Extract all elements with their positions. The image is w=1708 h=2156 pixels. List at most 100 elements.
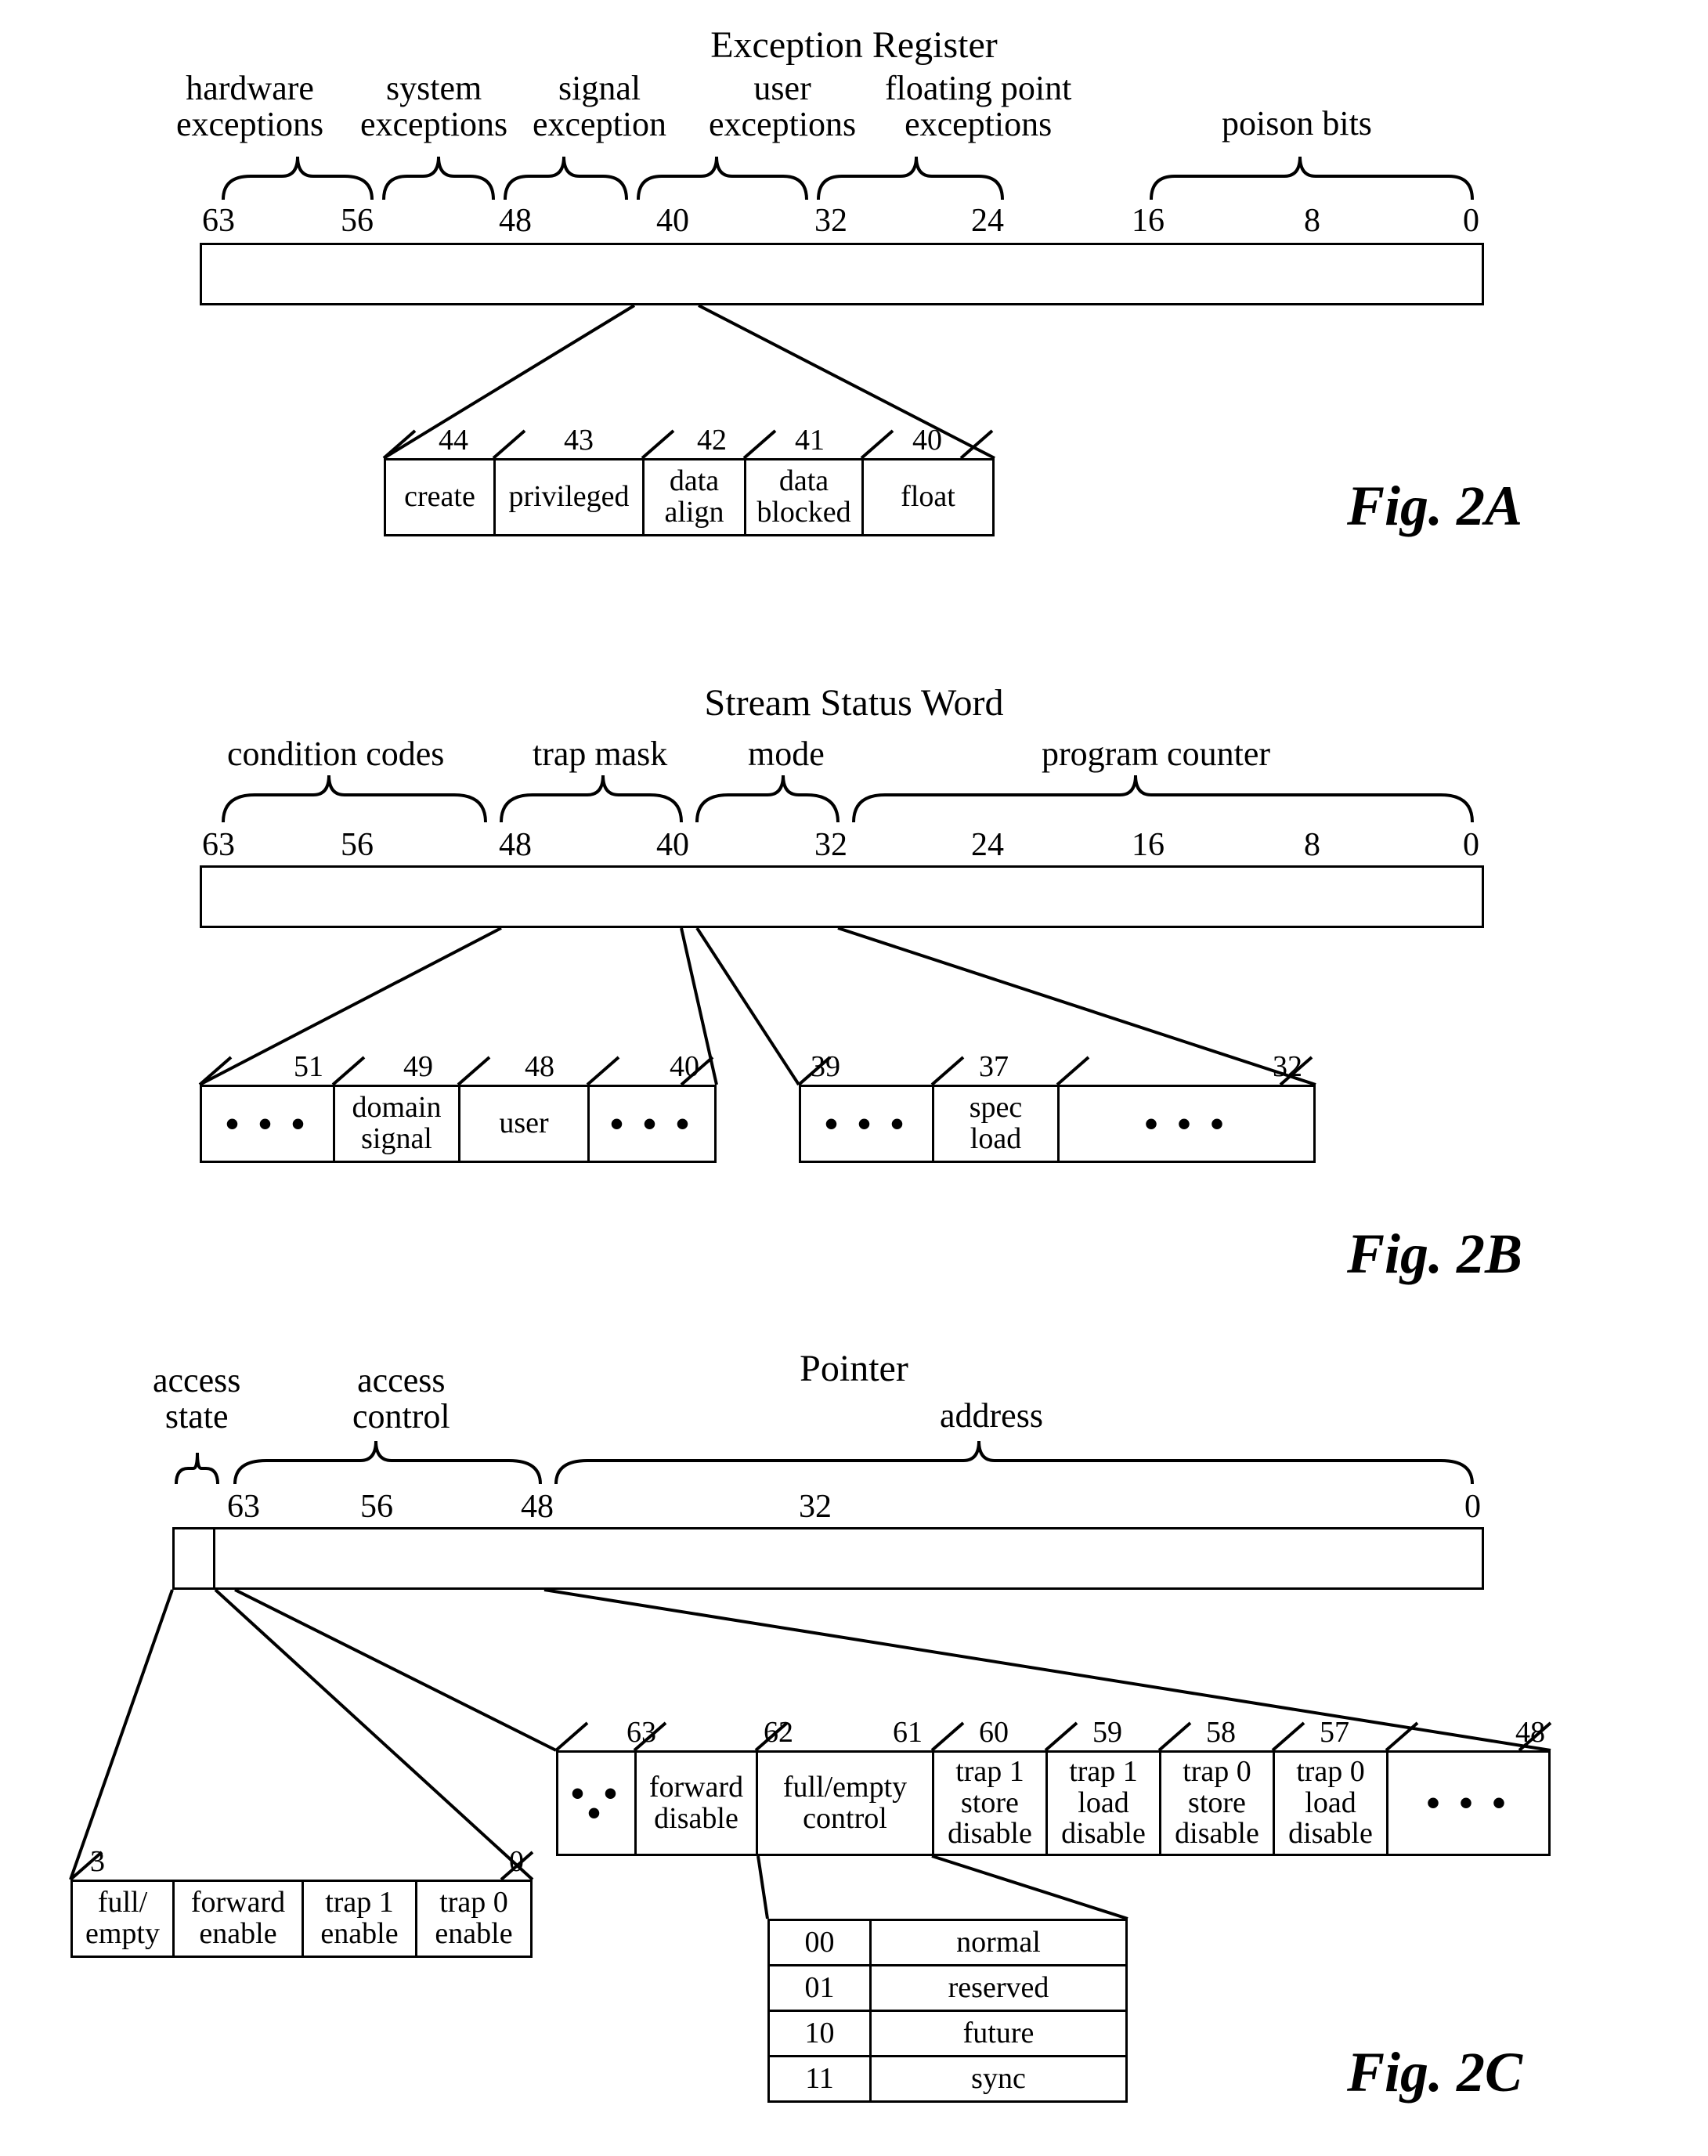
fig2c-access-control-detail-bar: • • • forward disable full/empty control… <box>556 1750 1551 1856</box>
fig2a-detail-num-41: 41 <box>795 423 825 457</box>
fig2b-right-num-39: 39 <box>811 1049 840 1084</box>
fig2c-caption: Fig. 2C <box>1347 2040 1522 2105</box>
fig2c-tick-56: 56 <box>360 1488 393 1526</box>
fig2b-tick-24: 24 <box>971 826 1004 864</box>
fig2c-acc-num-63: 63 <box>627 1715 656 1750</box>
fig2a-tick-16: 16 <box>1132 202 1165 240</box>
cell-dots: • • • <box>202 1087 335 1161</box>
fig2b-left-num-51: 51 <box>294 1049 323 1084</box>
fig2c-tag-detail-bar: full/ empty forward enable trap 1 enable… <box>70 1880 533 1958</box>
cell-dots: • • • <box>1388 1753 1548 1854</box>
label-program-counter: program counter <box>1042 736 1270 772</box>
fig2b-left-num-49: 49 <box>403 1049 433 1084</box>
fig2b-tick-32: 32 <box>814 826 847 864</box>
fig2a-detail-num-42: 42 <box>697 423 727 457</box>
label-access-state: access state <box>153 1363 240 1435</box>
fig2c-acc-num-58: 58 <box>1206 1715 1236 1750</box>
fig2a-detail-bar: create privileged data align data blocke… <box>384 458 995 536</box>
cell-trap0-load-disable: trap 0 load disable <box>1275 1753 1388 1854</box>
fig2a-detail-num-40: 40 <box>912 423 942 457</box>
fig2a-tick-8: 8 <box>1304 202 1320 240</box>
label-access-control: access control <box>352 1363 450 1435</box>
fig2c-acc-num-60: 60 <box>979 1715 1009 1750</box>
cell-full-empty: full/ empty <box>73 1882 175 1956</box>
fig2c-tick-32: 32 <box>799 1488 832 1526</box>
cell-float: float <box>864 460 992 534</box>
cell-user: user <box>460 1087 590 1161</box>
fig2c-acc-num-57: 57 <box>1320 1715 1349 1750</box>
cell-data-blocked: data blocked <box>746 460 864 534</box>
table-cell: 01 <box>770 1966 872 2010</box>
fig2c-acc-num-48: 48 <box>1515 1715 1545 1750</box>
fig2b-tick-63: 63 <box>202 826 235 864</box>
fig2a-detail-num-43: 43 <box>564 423 594 457</box>
cell-forward-enable: forward enable <box>175 1882 304 1956</box>
label-hw-exceptions: hardware exceptions <box>176 70 323 143</box>
fig2c-fe-control-table: 00 normal 01 reserved 10 future 11 sync <box>767 1919 1128 2103</box>
table-cell: normal <box>872 1921 1125 1964</box>
cell-dots: • • • <box>590 1087 714 1161</box>
cell-dots: • • • <box>1060 1087 1313 1161</box>
label-poison-bits: poison bits <box>1222 106 1372 142</box>
table-cell: future <box>872 2012 1125 2055</box>
table-cell: 00 <box>770 1921 872 1964</box>
fig2b-title: Stream Status Word <box>0 681 1708 724</box>
fig2b-caption: Fig. 2B <box>1347 1222 1522 1287</box>
cell-trap1-load-disable: trap 1 load disable <box>1048 1753 1161 1854</box>
fig2b-tick-56: 56 <box>341 826 374 864</box>
cell-domain-signal: domain signal <box>335 1087 460 1161</box>
table-cell: 10 <box>770 2012 872 2055</box>
fig2b-tick-40: 40 <box>656 826 689 864</box>
fig2a-caption: Fig. 2A <box>1347 474 1522 539</box>
cell-data-align: data align <box>645 460 746 534</box>
fig2a-register-bar <box>200 243 1484 305</box>
cell-create: create <box>386 460 496 534</box>
cell-full-empty-control: full/empty control <box>758 1753 934 1854</box>
fig2a-title: Exception Register <box>0 23 1708 67</box>
fig2c-title: Pointer <box>0 1347 1708 1390</box>
cell-forward-disable: forward disable <box>637 1753 758 1854</box>
fig2b-tick-8: 8 <box>1304 826 1320 864</box>
fig2c-tick-0: 0 <box>1464 1488 1481 1526</box>
table-cell: 11 <box>770 2057 872 2100</box>
fig2b-right-num-37: 37 <box>979 1049 1009 1084</box>
label-trap-mask: trap mask <box>533 736 667 772</box>
cell-trap1-store-disable: trap 1 store disable <box>934 1753 1048 1854</box>
fig2b-tick-16: 16 <box>1132 826 1165 864</box>
label-condition-codes: condition codes <box>227 736 444 772</box>
fig2a-tick-63: 63 <box>202 202 235 240</box>
cell-trap0-enable: trap 0 enable <box>417 1882 530 1956</box>
label-user-exceptions: user exceptions <box>709 70 856 143</box>
fig2b-register-bar <box>200 865 1484 928</box>
cell-spec-load: spec load <box>934 1087 1060 1161</box>
fig2c-tag-num-3: 3 <box>90 1844 105 1879</box>
fig2b-tick-0: 0 <box>1463 826 1479 864</box>
cell-privileged: privileged <box>496 460 645 534</box>
fig2b-right-detail-bar: • • • spec load • • • <box>799 1085 1316 1163</box>
table-cell: reserved <box>872 1966 1125 2010</box>
label-fp-exceptions: floating point exceptions <box>885 70 1071 143</box>
fig2b-left-detail-bar: • • • domain signal user • • • <box>200 1085 717 1163</box>
fig2a-tick-48: 48 <box>499 202 532 240</box>
fig2c-tag-cell <box>172 1527 215 1590</box>
fig2a-tick-56: 56 <box>341 202 374 240</box>
table-cell: sync <box>872 2057 1125 2100</box>
fig2c-acc-num-59: 59 <box>1092 1715 1122 1750</box>
label-mode: mode <box>748 736 825 772</box>
label-signal-exception: signal exception <box>533 70 666 143</box>
fig2a-detail-num-44: 44 <box>439 423 468 457</box>
fig2a-tick-32: 32 <box>814 202 847 240</box>
fig2c-tag-num-0: 0 <box>509 1844 524 1879</box>
fig2c-tick-63: 63 <box>227 1488 260 1526</box>
fig2a-tick-0: 0 <box>1463 202 1479 240</box>
cell-dots: • • • <box>558 1753 637 1854</box>
cell-trap0-store-disable: trap 0 store disable <box>1161 1753 1275 1854</box>
fig2c-acc-num-62: 62 <box>764 1715 793 1750</box>
label-sys-exceptions: system exceptions <box>360 70 507 143</box>
fig2b-tick-48: 48 <box>499 826 532 864</box>
cell-trap1-enable: trap 1 enable <box>304 1882 417 1956</box>
cell-dots: • • • <box>801 1087 934 1161</box>
fig2c-tick-48: 48 <box>521 1488 554 1526</box>
fig2a-tick-40: 40 <box>656 202 689 240</box>
fig2a-tick-24: 24 <box>971 202 1004 240</box>
